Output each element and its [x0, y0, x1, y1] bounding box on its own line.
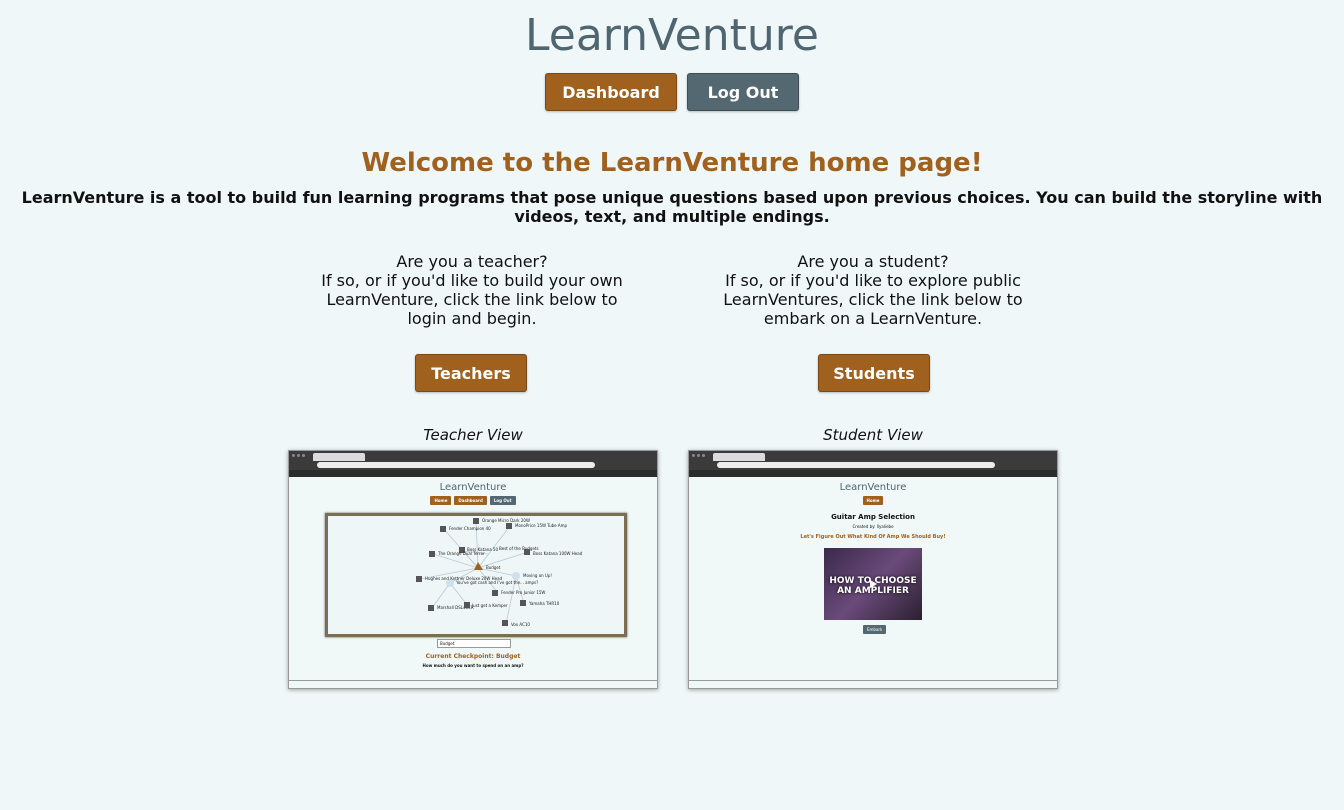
browser-tabbar [289, 451, 657, 461]
node-label: Boss Katana 100W Head [533, 551, 583, 556]
mini-dashboard-button: Dashboard [454, 496, 487, 505]
window-controls-icon [292, 454, 305, 457]
mini-footer [689, 680, 1057, 684]
mini-question: How much do you want to spend on an amp? [422, 663, 524, 668]
teacher-view-screenshot: LearnVenture Home Dashboard Log Out Oran… [288, 450, 658, 689]
graph-edges [419, 520, 529, 625]
graph-node [428, 605, 434, 611]
mini-app-title: LearnVenture [839, 482, 907, 493]
mini-created-by: Created by: llyaliebe [852, 524, 894, 529]
node-label: Just get a Kemper [472, 603, 508, 608]
node-label: Fender Champion 40 [449, 526, 491, 531]
mini-logout-button: Log Out [489, 496, 516, 505]
mini-checkpoint-select: Budget [437, 639, 511, 648]
node-label: You've got cash and I've got the... amps… [456, 580, 539, 585]
browser-bookmarks-bar [689, 470, 1057, 477]
student-prompt: Are you a student? If so, or if you'd li… [718, 252, 1028, 328]
students-button[interactable]: Students [818, 354, 930, 392]
graph-node [416, 576, 422, 582]
graph-node [440, 526, 446, 532]
browser-tabbar [689, 451, 1057, 461]
browser-tab [313, 453, 365, 461]
video-thumbnail: HOW TO CHOOSE AN AMPLIFIER [824, 548, 922, 620]
graph-node [502, 620, 508, 626]
mini-footer [289, 680, 657, 684]
student-description: If so, or if you'd like to explore publi… [723, 271, 1023, 328]
node-label: The Orange Dual Terror [438, 551, 485, 556]
node-label: Moving on Up! [523, 573, 553, 578]
mini-embark-button: Embark [863, 625, 887, 634]
teacher-description: If so, or if you'd like to build your ow… [321, 271, 623, 328]
teacher-question: Are you a teacher? [396, 252, 548, 271]
graph-node [473, 518, 479, 524]
browser-bookmarks-bar [289, 470, 657, 477]
browser-urlbar [689, 461, 1057, 470]
story-graph: Orange Micro Dark 20W Fender Champion 40… [325, 513, 627, 637]
url-box [317, 462, 595, 468]
dashboard-button[interactable]: Dashboard [545, 73, 677, 111]
teachers-button[interactable]: Teachers [415, 354, 527, 392]
logout-button[interactable]: Log Out [687, 73, 799, 111]
graph-node [520, 600, 526, 606]
student-question: Are you a student? [797, 252, 949, 271]
browser-tab [713, 453, 765, 461]
mini-checkpoint-label: Current Checkpoint: Budget [425, 653, 521, 660]
node-label: MonoPrice 15W Tube Amp [515, 523, 568, 528]
mini-adventure-title: Guitar Amp Selection [831, 513, 915, 521]
mini-nav: Home [689, 496, 1057, 505]
node-label: Yamaha THR10 [529, 601, 560, 606]
teacher-prompt: Are you a teacher? If so, or if you'd li… [317, 252, 627, 328]
mini-nav: Home Dashboard Log Out [289, 496, 657, 505]
mini-home-button: Home [430, 496, 452, 505]
student-view-caption: Student View [823, 426, 923, 444]
student-view-screenshot: LearnVenture Home Guitar Amp Selection C… [688, 450, 1058, 689]
mini-question: Let's Figure Out What Kind Of Amp We Sho… [800, 534, 946, 540]
teacher-view-caption: Teacher View [423, 426, 523, 444]
graph-node [492, 590, 498, 596]
main-nav: Dashboard Log Out [0, 73, 1344, 111]
app-title: LearnVenture [525, 10, 819, 61]
play-icon [870, 580, 877, 588]
graph-node [429, 551, 435, 557]
url-box [717, 462, 995, 468]
mini-home-button: Home [862, 496, 884, 505]
node-label: Fender Pro Junior 15W [501, 590, 546, 595]
node-label: Vox AC10 [511, 622, 530, 627]
window-controls-icon [692, 454, 705, 457]
graph-node [506, 523, 512, 529]
graph-node [524, 549, 530, 555]
browser-urlbar [289, 461, 657, 470]
node-label: Budget [486, 565, 501, 570]
intro-text: LearnVenture is a tool to build fun lear… [21, 188, 1323, 226]
welcome-heading: Welcome to the LearnVenture home page! [361, 148, 983, 178]
graph-node [464, 602, 470, 608]
mini-app-title: LearnVenture [439, 482, 507, 493]
